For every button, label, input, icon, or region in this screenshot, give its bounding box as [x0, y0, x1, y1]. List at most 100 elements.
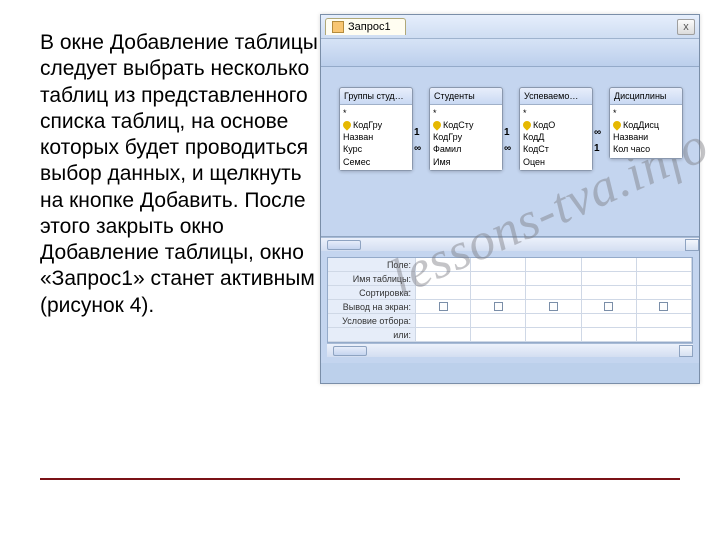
- checkbox-icon[interactable]: [494, 302, 503, 311]
- grid-cell[interactable]: [582, 258, 637, 272]
- table-title: Успеваемо…: [520, 88, 592, 105]
- table-field[interactable]: КодО: [523, 119, 589, 131]
- table-field[interactable]: Названи: [613, 131, 679, 143]
- grid-cell[interactable]: [416, 272, 471, 286]
- field-label: КодГру: [433, 131, 462, 143]
- grid-cell[interactable]: [526, 328, 581, 342]
- query-tab-title: Запрос1: [348, 21, 391, 33]
- grid-scrollbar[interactable]: [327, 343, 693, 357]
- toolbar-strip: [321, 39, 699, 67]
- field-label: КодО: [533, 119, 555, 131]
- table-field[interactable]: *: [523, 107, 589, 119]
- table-field[interactable]: КодДисц: [613, 119, 679, 131]
- show-checkbox-cell[interactable]: [471, 300, 526, 314]
- query-tab[interactable]: Запрос1: [325, 18, 406, 35]
- table-field-list[interactable]: * КодСтуКодГруФамилИмя: [430, 105, 502, 170]
- scroll-thumb[interactable]: [327, 240, 361, 250]
- table-field[interactable]: Курс: [343, 143, 409, 155]
- qbe-grid-area: Поле:Имя таблицы:Сортировка:Вывод на экр…: [321, 251, 699, 363]
- qbe-grid-wrap: Поле:Имя таблицы:Сортировка:Вывод на экр…: [327, 257, 693, 343]
- table-title: Группы студ…: [340, 88, 412, 105]
- field-label: *: [613, 107, 617, 119]
- table-field[interactable]: Назван: [343, 131, 409, 143]
- grid-cell[interactable]: [471, 286, 526, 300]
- table-field[interactable]: *: [613, 107, 679, 119]
- text-column: В окне Добавление таблицы следует выбрат…: [40, 30, 320, 319]
- table-box[interactable]: Группы студ… * КодГруНазванКурсСемес: [339, 87, 413, 171]
- grid-cell[interactable]: [637, 314, 692, 328]
- grid-cell[interactable]: [637, 286, 692, 300]
- field-label: *: [343, 107, 347, 119]
- grid-cell[interactable]: [416, 314, 471, 328]
- checkbox-icon[interactable]: [549, 302, 558, 311]
- qbe-grid[interactable]: Поле:Имя таблицы:Сортировка:Вывод на экр…: [328, 258, 692, 342]
- tables-area[interactable]: lessons-tva.info Группы студ…*КодГруНазв…: [321, 67, 699, 237]
- show-checkbox-cell[interactable]: [582, 300, 637, 314]
- field-label: *: [433, 107, 437, 119]
- table-field[interactable]: Семес: [343, 156, 409, 168]
- table-box[interactable]: Успеваемо…*КодОКодДКодСтОцен: [519, 87, 593, 171]
- table-field[interactable]: *: [343, 107, 409, 119]
- table-box[interactable]: Дисциплины*КодДисцНазваниКол часо: [609, 87, 683, 159]
- show-checkbox-cell[interactable]: [526, 300, 581, 314]
- key-icon: [613, 120, 623, 131]
- scroll-right-icon[interactable]: [679, 345, 693, 357]
- grid-cell[interactable]: [637, 328, 692, 342]
- grid-cell[interactable]: [637, 258, 692, 272]
- table-field[interactable]: КодСт: [523, 143, 589, 155]
- scroll-thumb[interactable]: [333, 346, 367, 356]
- window-header: Запрос1 x: [321, 15, 699, 39]
- table-field[interactable]: Фамил: [433, 143, 499, 155]
- query-icon: [332, 21, 344, 33]
- close-button[interactable]: x: [677, 19, 695, 35]
- grid-cell[interactable]: [526, 314, 581, 328]
- table-field[interactable]: Кол часо: [613, 143, 679, 155]
- grid-cell[interactable]: [416, 328, 471, 342]
- table-box[interactable]: Студенты*КодСтуКодГруФамилИмя: [429, 87, 503, 171]
- field-label: Фамил: [433, 143, 461, 155]
- show-checkbox-cell[interactable]: [637, 300, 692, 314]
- grid-row-label: Условие отбора:: [328, 314, 416, 328]
- key-icon: [343, 120, 353, 131]
- table-field-list[interactable]: *КодОКодДКодСтОцен: [520, 105, 592, 170]
- field-label: КодД: [523, 131, 544, 143]
- grid-cell[interactable]: [526, 286, 581, 300]
- relation-one: ∞: [594, 127, 601, 138]
- key-icon: [523, 120, 533, 131]
- grid-row-label: или:: [328, 328, 416, 342]
- field-label: Оцен: [523, 156, 545, 168]
- table-field[interactable]: Имя: [433, 156, 499, 168]
- grid-cell[interactable]: [526, 272, 581, 286]
- grid-cell[interactable]: [471, 258, 526, 272]
- body-paragraph: В окне Добавление таблицы следует выбрат…: [40, 30, 320, 319]
- table-title: Дисциплины: [610, 88, 682, 105]
- grid-cell[interactable]: [471, 272, 526, 286]
- grid-cell[interactable]: [526, 258, 581, 272]
- table-field[interactable]: КодСту: [433, 119, 499, 131]
- tables-scrollbar[interactable]: [321, 237, 699, 251]
- grid-cell[interactable]: [582, 328, 637, 342]
- table-field[interactable]: *: [433, 107, 499, 119]
- grid-cell[interactable]: [416, 286, 471, 300]
- footer-rule: [40, 478, 680, 480]
- grid-cell[interactable]: [582, 286, 637, 300]
- table-field-list[interactable]: * КодГруНазванКурсСемес: [340, 105, 412, 170]
- field-label: КодГру: [353, 119, 382, 131]
- grid-cell[interactable]: [582, 314, 637, 328]
- grid-cell[interactable]: [637, 272, 692, 286]
- scroll-right-icon[interactable]: [685, 239, 699, 251]
- table-field-list[interactable]: *КодДисцНазваниКол часо: [610, 105, 682, 158]
- table-field[interactable]: Оцен: [523, 156, 589, 168]
- table-field[interactable]: КодГру: [343, 119, 409, 131]
- table-field[interactable]: КодГру: [433, 131, 499, 143]
- grid-cell[interactable]: [582, 272, 637, 286]
- field-label: КодСту: [443, 119, 474, 131]
- checkbox-icon[interactable]: [439, 302, 448, 311]
- grid-cell[interactable]: [416, 258, 471, 272]
- checkbox-icon[interactable]: [659, 302, 668, 311]
- grid-cell[interactable]: [471, 314, 526, 328]
- checkbox-icon[interactable]: [604, 302, 613, 311]
- grid-cell[interactable]: [471, 328, 526, 342]
- table-field[interactable]: КодД: [523, 131, 589, 143]
- show-checkbox-cell[interactable]: [416, 300, 471, 314]
